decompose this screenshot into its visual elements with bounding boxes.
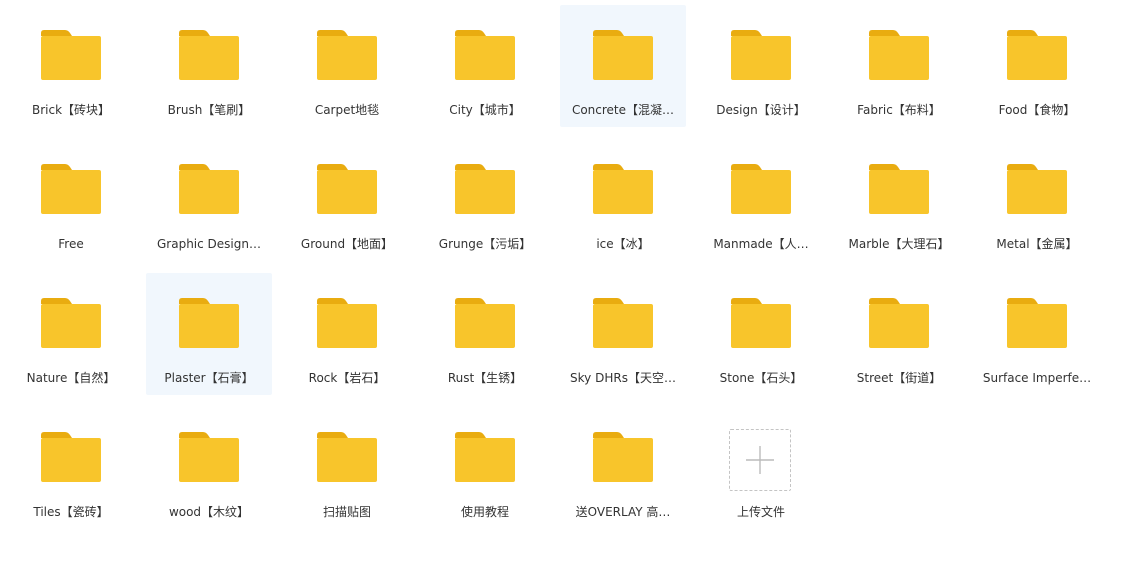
folder-label: ice【冰】 xyxy=(596,237,650,251)
folder-label: Ground【地面】 xyxy=(300,237,394,251)
upload-file-button[interactable]: 上传文件 xyxy=(698,407,824,529)
folder-item[interactable]: 使用教程 xyxy=(422,407,548,529)
folder-label: Manmade【人… xyxy=(713,237,809,251)
folder-item[interactable]: Nature【自然】 xyxy=(8,273,134,395)
folder-item[interactable]: Brush【笔刷】 xyxy=(146,5,272,127)
folder-icon xyxy=(731,164,791,214)
folder-item[interactable]: Carpet地毯 xyxy=(284,5,410,127)
folder-item[interactable]: Rock【岩石】 xyxy=(284,273,410,395)
folder-label: Fabric【布料】 xyxy=(857,103,941,117)
folder-label: Tiles【瓷砖】 xyxy=(33,505,109,519)
folder-label: Rust【生锈】 xyxy=(447,371,523,385)
folder-label: 扫描贴图 xyxy=(322,505,371,519)
folder-label: Stone【石头】 xyxy=(719,371,803,385)
folder-label: Grunge【污垢】 xyxy=(438,237,532,251)
folder-icon xyxy=(179,30,239,80)
folder-item[interactable]: Stone【石头】 xyxy=(698,273,824,395)
folder-label: Food【食物】 xyxy=(998,103,1076,117)
folder-icon xyxy=(869,298,929,348)
folder-label: wood【木纹】 xyxy=(168,505,250,519)
folder-item[interactable]: Design【设计】 xyxy=(698,5,824,127)
folder-icon xyxy=(1007,30,1067,80)
folder-icon xyxy=(593,30,653,80)
folder-icon xyxy=(41,30,101,80)
folder-icon xyxy=(179,164,239,214)
folder-icon xyxy=(869,30,929,80)
folder-label: Graphic Design… xyxy=(157,237,261,251)
folder-item[interactable]: ice【冰】 xyxy=(560,139,686,261)
folder-icon xyxy=(179,298,239,348)
folder-item[interactable]: Concrete【混凝… xyxy=(560,5,686,127)
folder-icon xyxy=(1007,298,1067,348)
folder-item[interactable]: 扫描贴图 xyxy=(284,407,410,529)
folder-item[interactable]: Fabric【布料】 xyxy=(836,5,962,127)
folder-item[interactable]: Graphic Design… xyxy=(146,139,272,261)
folder-label: Brick【砖块】 xyxy=(31,103,111,117)
folder-icon xyxy=(41,298,101,348)
folder-icon xyxy=(593,432,653,482)
folder-item[interactable]: Grunge【污垢】 xyxy=(422,139,548,261)
folder-icon xyxy=(1007,164,1067,214)
file-grid: Brick【砖块】 Brush【笔刷】 Carpet地毯 City【城市】 Co… xyxy=(8,5,1100,529)
folder-label: Plaster【石膏】 xyxy=(164,371,254,385)
folder-item[interactable]: Sky DHRs【天空… xyxy=(560,273,686,395)
folder-item[interactable]: Tiles【瓷砖】 xyxy=(8,407,134,529)
folder-item[interactable]: Plaster【石膏】 xyxy=(146,273,272,395)
folder-icon xyxy=(455,30,515,80)
folder-label: 使用教程 xyxy=(460,505,509,519)
folder-label: Carpet地毯 xyxy=(314,103,380,117)
folder-icon xyxy=(731,30,791,80)
folder-icon xyxy=(593,164,653,214)
folder-item[interactable]: Manmade【人… xyxy=(698,139,824,261)
folder-item[interactable]: City【城市】 xyxy=(422,5,548,127)
folder-item[interactable]: Surface Imperfe… xyxy=(974,273,1100,395)
folder-label: Marble【大理石】 xyxy=(848,237,950,251)
folder-label: Sky DHRs【天空… xyxy=(570,371,676,385)
folder-item[interactable]: wood【木纹】 xyxy=(146,407,272,529)
folder-icon xyxy=(317,298,377,348)
folder-label: 送OVERLAY 高… xyxy=(575,505,671,519)
folder-item[interactable]: 送OVERLAY 高… xyxy=(560,407,686,529)
folder-icon xyxy=(455,164,515,214)
folder-icon xyxy=(179,432,239,482)
folder-label: Nature【自然】 xyxy=(26,371,116,385)
folder-label: Design【设计】 xyxy=(716,103,806,117)
folder-label: Surface Imperfe… xyxy=(982,371,1092,385)
folder-icon xyxy=(317,30,377,80)
folder-item[interactable]: Street【街道】 xyxy=(836,273,962,395)
folder-icon xyxy=(41,164,101,214)
folder-label: Brush【笔刷】 xyxy=(167,103,251,117)
folder-item[interactable]: Free xyxy=(8,139,134,261)
folder-icon xyxy=(731,298,791,348)
folder-icon xyxy=(869,164,929,214)
folder-icon xyxy=(455,298,515,348)
plus-icon xyxy=(746,446,774,474)
folder-label: Metal【金属】 xyxy=(996,237,1078,251)
folder-icon xyxy=(317,432,377,482)
folder-item[interactable]: Food【食物】 xyxy=(974,5,1100,127)
folder-item[interactable]: Marble【大理石】 xyxy=(836,139,962,261)
upload-box[interactable] xyxy=(729,429,791,491)
folder-label: Free xyxy=(58,237,84,251)
folder-item[interactable]: Brick【砖块】 xyxy=(8,5,134,127)
folder-icon xyxy=(317,164,377,214)
folder-icon xyxy=(41,432,101,482)
folder-label: Concrete【混凝… xyxy=(571,103,675,117)
folder-icon xyxy=(593,298,653,348)
folder-label: City【城市】 xyxy=(449,103,521,117)
folder-label: Rock【岩石】 xyxy=(308,371,386,385)
folder-icon xyxy=(455,432,515,482)
folder-item[interactable]: Ground【地面】 xyxy=(284,139,410,261)
folder-item[interactable]: Metal【金属】 xyxy=(974,139,1100,261)
folder-item[interactable]: Rust【生锈】 xyxy=(422,273,548,395)
folder-label: Street【街道】 xyxy=(856,371,942,385)
upload-label: 上传文件 xyxy=(736,505,785,519)
